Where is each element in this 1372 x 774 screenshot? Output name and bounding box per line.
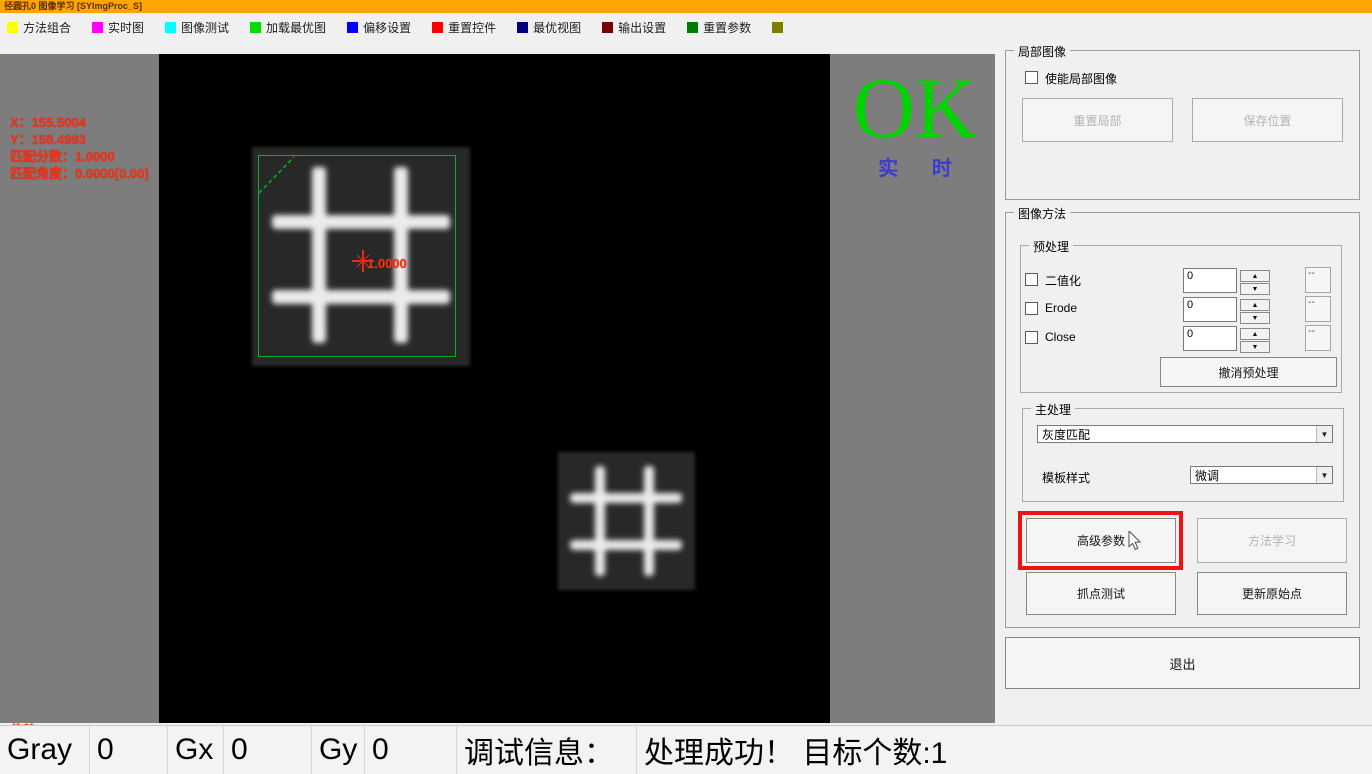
close-op-spin-down-button[interactable]: ▼ <box>1240 341 1270 353</box>
toolbar-item-label: 加载最优图 <box>266 19 326 36</box>
close-op-aux-box: -- <box>1305 325 1331 351</box>
live-mode-text: 实 时 <box>835 152 995 181</box>
erode-spin-up-button[interactable]: ▲ <box>1240 299 1270 311</box>
close-op-value-input[interactable]: 0 <box>1183 326 1237 351</box>
debug-message: 处理成功！ 目标个数:1 <box>637 726 1372 774</box>
reset-local-button[interactable]: 重置局部 <box>1022 98 1173 142</box>
main-process-group-title: 主处理 <box>1031 401 1075 418</box>
binarize-spin-up-button[interactable]: ▲ <box>1240 270 1270 282</box>
toolbar-item-output-settings[interactable]: 输出设置 <box>602 19 666 36</box>
toolbar-item-label: 图像测试 <box>181 19 229 36</box>
gray-label: Gray <box>0 726 90 774</box>
mouse-cursor-icon <box>1128 531 1143 551</box>
binarize-label: 二值化 <box>1045 272 1081 289</box>
chevron-down-icon: ▼ <box>1316 426 1332 442</box>
close-op-spin-up-button[interactable]: ▲ <box>1240 328 1270 340</box>
toolbar-item-method-combo[interactable]: 方法组合 <box>7 19 71 36</box>
binarize-spin-down-button[interactable]: ▼ <box>1240 283 1270 295</box>
erode-aux-box: -- <box>1305 296 1331 322</box>
red-swatch-icon <box>432 22 443 33</box>
method-select[interactable]: 灰度匹配 ▼ <box>1037 425 1333 443</box>
toolbar-item-label: 最优视图 <box>533 19 581 36</box>
template-style-select[interactable]: 微调 ▼ <box>1190 466 1333 484</box>
template-style-select-value: 微调 <box>1195 467 1219 484</box>
olive-swatch-icon <box>772 22 783 33</box>
gx-label: Gx <box>168 726 224 774</box>
darkred-swatch-icon <box>602 22 613 33</box>
enable-local-image-checkbox[interactable] <box>1025 71 1038 84</box>
readout-match-angle: 匹配角度：0.0000[0.00] <box>10 165 149 182</box>
template-pattern-2 <box>558 452 695 590</box>
template-style-label: 模板样式 <box>1042 469 1090 486</box>
yellow-swatch-icon <box>7 22 18 33</box>
readout-x: X：155.5004 <box>10 114 149 131</box>
result-status-text: OK <box>835 60 995 156</box>
save-position-button[interactable]: 保存位置 <box>1192 98 1343 142</box>
method-learn-button[interactable]: 方法学习 <box>1197 518 1347 563</box>
toolbar-item-image-test[interactable]: 图像测试 <box>165 19 229 36</box>
green-swatch-icon <box>250 22 261 33</box>
close-op-checkbox[interactable] <box>1025 331 1038 344</box>
toolbar-item-label: 重置控件 <box>448 19 496 36</box>
magenta-swatch-icon <box>92 22 103 33</box>
gx-value: 0 <box>224 726 312 774</box>
binarize-value-input[interactable]: 0 <box>1183 268 1237 293</box>
erode-value-input[interactable]: 0 <box>1183 297 1237 322</box>
blue-swatch-icon <box>347 22 358 33</box>
image-method-group-title: 图像方法 <box>1014 205 1070 222</box>
grab-point-test-button[interactable]: 抓点测试 <box>1026 572 1176 615</box>
toolbar-item-best-view[interactable]: 最优视图 <box>517 19 581 36</box>
close-op-label: Close <box>1045 330 1076 344</box>
toolbar: 方法组合 实时图 图像测试 加载最优图 偏移设置 重置控件 最优视图 输出设置 … <box>0 13 1372 41</box>
binarize-checkbox[interactable] <box>1025 273 1038 286</box>
gy-value: 0 <box>365 726 457 774</box>
toolbar-item-live-image[interactable]: 实时图 <box>92 19 144 36</box>
undo-preprocess-button[interactable]: 撤消预处理 <box>1160 357 1337 387</box>
chevron-down-icon: ▼ <box>1316 467 1332 483</box>
gray-value: 0 <box>90 726 168 774</box>
erode-checkbox[interactable] <box>1025 302 1038 315</box>
readout-panel-left: X：155.5004 Y：158.4993 匹配分数：1.0000 匹配角度：0… <box>0 54 159 723</box>
toolbar-item-offset-settings[interactable]: 偏移设置 <box>347 19 411 36</box>
match-readout: X：155.5004 Y：158.4993 匹配分数：1.0000 匹配角度：0… <box>10 114 149 182</box>
method-select-value: 灰度匹配 <box>1042 426 1090 443</box>
toolbar-item-reset-params[interactable]: 重置参数 <box>687 19 751 36</box>
preprocess-group-title: 预处理 <box>1029 238 1073 255</box>
toolbar-item-label: 重置参数 <box>703 19 751 36</box>
update-origin-button[interactable]: 更新原始点 <box>1197 572 1347 615</box>
erode-spin-down-button[interactable]: ▼ <box>1240 312 1270 324</box>
image-canvas[interactable]: 1.0000 <box>159 54 830 723</box>
toolbar-item-label: 输出设置 <box>618 19 666 36</box>
toolbar-item-label: 偏移设置 <box>363 19 411 36</box>
darkgreen-swatch-icon <box>687 22 698 33</box>
roi-corner-diagonal <box>258 155 300 197</box>
debug-info-label: 调试信息： <box>457 726 637 774</box>
binarize-aux-box: -- <box>1305 267 1331 293</box>
toolbar-item-label: 方法组合 <box>23 19 71 36</box>
toolbar-item-extra[interactable] <box>772 22 788 33</box>
navy-swatch-icon <box>517 22 528 33</box>
gy-label: Gy <box>312 726 365 774</box>
readout-match-score: 匹配分数：1.0000 <box>10 148 149 165</box>
match-score-label: 1.0000 <box>367 255 407 272</box>
cyan-swatch-icon <box>165 22 176 33</box>
erode-label: Erode <box>1045 301 1077 315</box>
readout-y: Y：158.4993 <box>10 131 149 148</box>
toolbar-item-label: 实时图 <box>108 19 144 36</box>
local-image-group-title: 局部图像 <box>1014 43 1070 60</box>
advanced-params-button[interactable]: 高级参数 <box>1026 518 1176 563</box>
exit-button[interactable]: 退出 <box>1005 637 1360 689</box>
enable-local-image-label: 使能局部图像 <box>1045 70 1117 87</box>
status-bar: Gray 0 Gx 0 Gy 0 调试信息： 处理成功！ 目标个数:1 <box>0 725 1372 774</box>
toolbar-item-load-best[interactable]: 加载最优图 <box>250 19 326 36</box>
window-title: 径圆孔0 图像学习 [SYImgProc_S] <box>0 0 1372 13</box>
main-process-group: 主处理 <box>1022 408 1344 502</box>
toolbar-item-reset-controls[interactable]: 重置控件 <box>432 19 496 36</box>
